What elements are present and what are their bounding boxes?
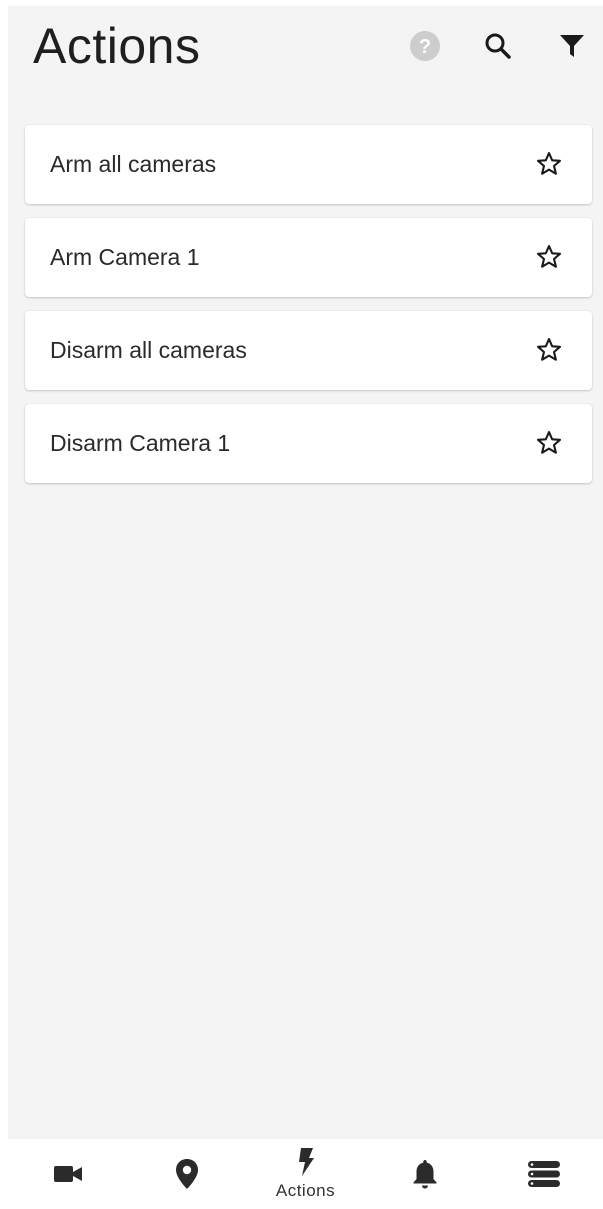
nav-item-map[interactable]	[127, 1139, 246, 1209]
action-item[interactable]: Arm all cameras	[25, 125, 592, 204]
nav-label-actions: Actions	[275, 1181, 336, 1200]
action-label: Arm all cameras	[50, 151, 217, 177]
star-icon	[536, 151, 562, 175]
action-item[interactable]: Disarm all cameras	[25, 311, 592, 390]
nav-item-cameras[interactable]	[8, 1139, 127, 1209]
nav-item-actions[interactable]: Actions	[246, 1139, 365, 1209]
actions-list: Arm all cameras Arm Camera 1 Disarm all …	[25, 125, 592, 497]
search-button[interactable]	[480, 28, 516, 64]
header: Actions ?	[8, 6, 603, 96]
bell-icon	[413, 1160, 436, 1189]
svg-text:?: ?	[419, 36, 431, 58]
lightning-icon	[298, 1148, 314, 1176]
map-pin-icon	[175, 1159, 198, 1189]
page-title: Actions	[33, 18, 201, 74]
action-item[interactable]: Arm Camera 1	[25, 218, 592, 297]
star-icon	[536, 430, 562, 454]
bottom-nav: Actions	[8, 1139, 603, 1209]
favorite-star-button[interactable]	[532, 333, 566, 367]
action-item[interactable]: Disarm Camera 1	[25, 404, 592, 483]
help-button[interactable]: ?	[407, 28, 443, 64]
video-camera-icon	[53, 1166, 82, 1182]
action-label: Disarm Camera 1	[50, 430, 231, 456]
favorite-star-button[interactable]	[532, 426, 566, 460]
menu-stack-icon	[527, 1161, 560, 1187]
screen: Actions ? Arm all cameras Arm Camera 1 D…	[8, 6, 603, 1139]
star-icon	[536, 337, 562, 361]
filter-icon	[560, 35, 584, 57]
nav-item-menu[interactable]	[484, 1139, 603, 1209]
star-icon	[536, 244, 562, 268]
search-icon	[485, 33, 511, 59]
favorite-star-button[interactable]	[532, 147, 566, 181]
action-label: Disarm all cameras	[50, 337, 247, 363]
action-label: Arm Camera 1	[50, 244, 200, 270]
nav-item-notifications[interactable]	[365, 1139, 484, 1209]
favorite-star-button[interactable]	[532, 240, 566, 274]
help-icon: ?	[410, 31, 440, 61]
filter-button[interactable]	[554, 28, 590, 64]
